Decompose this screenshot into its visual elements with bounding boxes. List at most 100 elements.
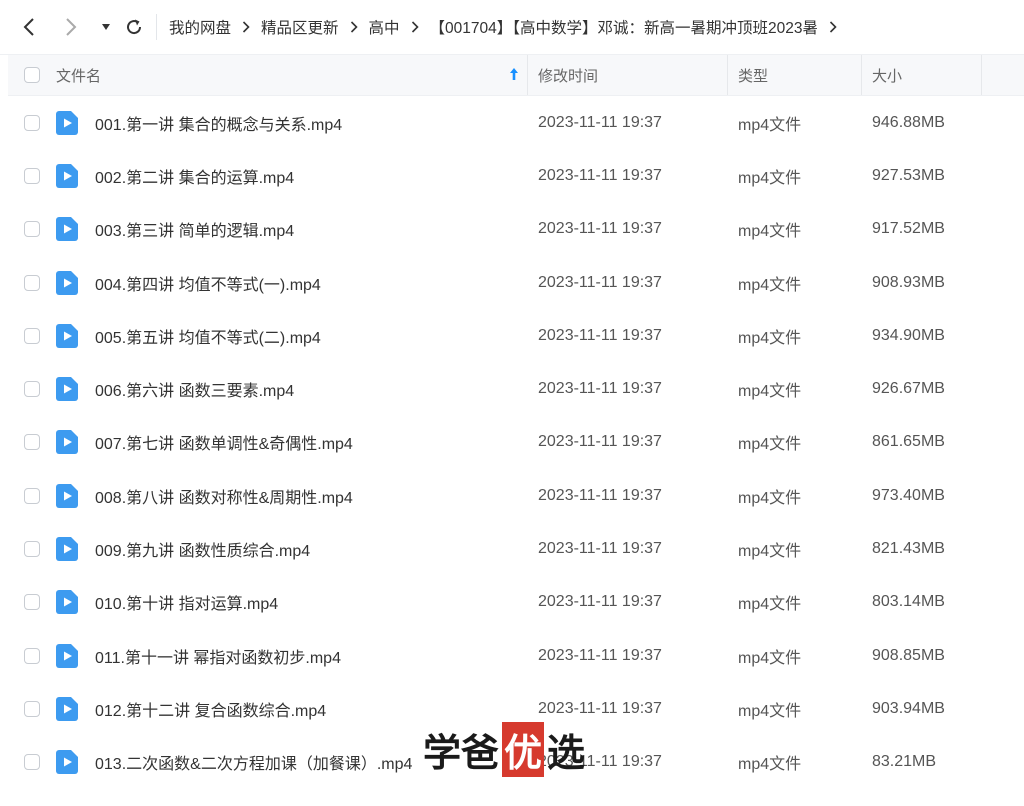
file-size-cell: 803.14MB (862, 576, 982, 629)
sort-up-arrow-icon[interactable] (509, 67, 519, 81)
row-check-cell (8, 221, 56, 238)
table-row[interactable]: 002.第二讲 集合的运算.mp4 2023-11-11 19:37 mp4文件 92… (8, 149, 1024, 202)
column-header-name[interactable]: 文件名 (56, 55, 528, 95)
file-size: 83.21MB (872, 753, 937, 771)
row-checkbox[interactable] (24, 594, 40, 611)
file-size: 821.43MB (872, 540, 945, 558)
column-header-type[interactable]: 类型 (728, 55, 862, 95)
file-name-cell[interactable]: 001.第一讲 集合的概念与关系.mp4 (56, 96, 528, 149)
table-row[interactable]: 005.第五讲 均值不等式(二).mp4 2023-11-11 19:37 mp4文… (8, 309, 1024, 362)
table-row[interactable]: 008.第八讲 函数对称性&周期性.mp4 2023-11-11 19:37 mp4… (8, 469, 1024, 522)
file-name-cell[interactable]: 006.第六讲 函数三要素.mp4 (56, 362, 528, 415)
file-time-cell: 2023-11-11 19:37 (528, 576, 728, 629)
file-time-cell: 2023-11-11 19:37 (528, 203, 728, 256)
video-file-icon (56, 163, 78, 188)
row-checkbox[interactable] (24, 647, 40, 664)
chevron-right-icon (339, 21, 369, 33)
video-file-icon (56, 323, 78, 348)
breadcrumb-item-root[interactable]: 我的网盘 (169, 16, 231, 38)
file-type: mp4文件 (738, 116, 802, 134)
file-time: 2023-11-11 19:37 (538, 540, 662, 558)
file-time-cell: 2023-11-11 19:37 (528, 469, 728, 522)
row-checkbox[interactable] (24, 167, 40, 184)
file-name: 006.第六讲 函数三要素.mp4 (95, 383, 295, 401)
row-check-cell (8, 487, 56, 504)
history-dropdown-button[interactable] (92, 7, 120, 47)
file-type: mp4文件 (738, 276, 802, 294)
file-time-cell: 2023-11-11 19:37 (528, 149, 728, 202)
row-checkbox[interactable] (24, 327, 40, 344)
back-button[interactable] (8, 7, 50, 47)
file-size-cell: 946.88MB (862, 96, 982, 149)
file-size: 917.52MB (872, 220, 945, 238)
video-file-icon (56, 217, 78, 242)
row-check-cell (8, 381, 56, 398)
column-header-time[interactable]: 修改时间 (528, 55, 728, 95)
file-name-cell[interactable]: 011.第十一讲 幂指对函数初步.mp4 (56, 629, 528, 682)
file-name: 007.第七讲 函数单调性&奇偶性.mp4 (95, 436, 353, 454)
file-time: 2023-11-11 19:37 (538, 486, 662, 504)
file-name: 002.第二讲 集合的运算.mp4 (95, 169, 295, 187)
forward-button[interactable] (50, 7, 92, 47)
file-time: 2023-11-11 19:37 (538, 326, 662, 344)
file-type: mp4文件 (738, 329, 802, 347)
row-checkbox[interactable] (24, 434, 40, 451)
file-name-cell[interactable]: 002.第二讲 集合的运算.mp4 (56, 149, 528, 202)
row-checkbox[interactable] (24, 700, 40, 717)
table-row[interactable]: 010.第十讲 指对运算.mp4 2023-11-11 19:37 mp4文件 803… (8, 576, 1024, 629)
row-checkbox[interactable] (24, 381, 40, 398)
breadcrumb-item-highschool[interactable]: 高中 (369, 16, 400, 38)
file-type: mp4文件 (738, 649, 802, 667)
file-name-cell[interactable]: 007.第七讲 函数单调性&奇偶性.mp4 (56, 416, 528, 469)
row-checkbox[interactable] (24, 274, 40, 291)
file-name-cell[interactable]: 009.第九讲 函数性质综合.mp4 (56, 522, 528, 575)
video-file-icon (56, 750, 78, 775)
row-check-cell (8, 274, 56, 291)
chevron-right-icon (400, 21, 430, 33)
header-check-cell (8, 67, 56, 83)
file-type-cell: mp4文件 (728, 203, 862, 256)
file-type-cell: mp4文件 (728, 149, 862, 202)
breadcrumb-item-updates[interactable]: 精品区更新 (261, 16, 339, 38)
table-row[interactable]: 011.第十一讲 幂指对函数初步.mp4 2023-11-11 19:37 mp4文… (8, 629, 1024, 682)
column-header-size[interactable]: 大小 (862, 55, 982, 95)
file-type-cell: mp4文件 (728, 576, 862, 629)
file-name-cell[interactable]: 003.第三讲 简单的逻辑.mp4 (56, 203, 528, 256)
file-size-cell: 917.52MB (862, 203, 982, 256)
file-time-cell: 2023-11-11 19:37 (528, 416, 728, 469)
file-type: mp4文件 (738, 702, 802, 720)
file-type: mp4文件 (738, 223, 802, 241)
row-check-cell (8, 114, 56, 131)
row-check-cell (8, 327, 56, 344)
file-name-cell[interactable]: 010.第十讲 指对运算.mp4 (56, 576, 528, 629)
file-time-cell: 2023-11-11 19:37 (528, 522, 728, 575)
row-checkbox[interactable] (24, 754, 40, 771)
file-type-cell: mp4文件 (728, 469, 862, 522)
file-name-cell[interactable]: 004.第四讲 均值不等式(一).mp4 (56, 256, 528, 309)
file-size: 908.85MB (872, 646, 945, 664)
row-check-cell (8, 167, 56, 184)
row-checkbox[interactable] (24, 221, 40, 238)
table-row[interactable]: 004.第四讲 均值不等式(一).mp4 2023-11-11 19:37 mp4文… (8, 256, 1024, 309)
file-name-cell[interactable]: 008.第八讲 函数对称性&周期性.mp4 (56, 469, 528, 522)
file-size: 926.67MB (872, 380, 945, 398)
file-size: 903.94MB (872, 699, 945, 717)
row-checkbox[interactable] (24, 487, 40, 504)
breadcrumb-item-course[interactable]: 【001704】【高中数学】邓诚：新高一暑期冲顶班2023暑 (430, 16, 818, 38)
row-checkbox[interactable] (24, 114, 40, 131)
select-all-checkbox[interactable] (24, 67, 40, 83)
table-row[interactable]: 007.第七讲 函数单调性&奇偶性.mp4 2023-11-11 19:37 mp4… (8, 416, 1024, 469)
file-size: 927.53MB (872, 166, 945, 184)
table-row[interactable]: 003.第三讲 简单的逻辑.mp4 2023-11-11 19:37 mp4文件 91… (8, 203, 1024, 256)
table-row[interactable]: 001.第一讲 集合的概念与关系.mp4 2023-11-11 19:37 mp4文… (8, 96, 1024, 149)
file-name-cell[interactable]: 005.第五讲 均值不等式(二).mp4 (56, 309, 528, 362)
refresh-button[interactable] (120, 7, 148, 47)
table-row[interactable]: 009.第九讲 函数性质综合.mp4 2023-11-11 19:37 mp4文件 8… (8, 522, 1024, 575)
table-row[interactable]: 006.第六讲 函数三要素.mp4 2023-11-11 19:37 mp4文件 92… (8, 362, 1024, 415)
file-time: 2023-11-11 19:37 (538, 433, 662, 451)
video-file-icon (56, 483, 78, 508)
row-checkbox[interactable] (24, 541, 40, 558)
breadcrumb-more-button[interactable] (818, 21, 848, 33)
row-check-cell (8, 754, 56, 771)
toolbar-divider (156, 14, 157, 40)
